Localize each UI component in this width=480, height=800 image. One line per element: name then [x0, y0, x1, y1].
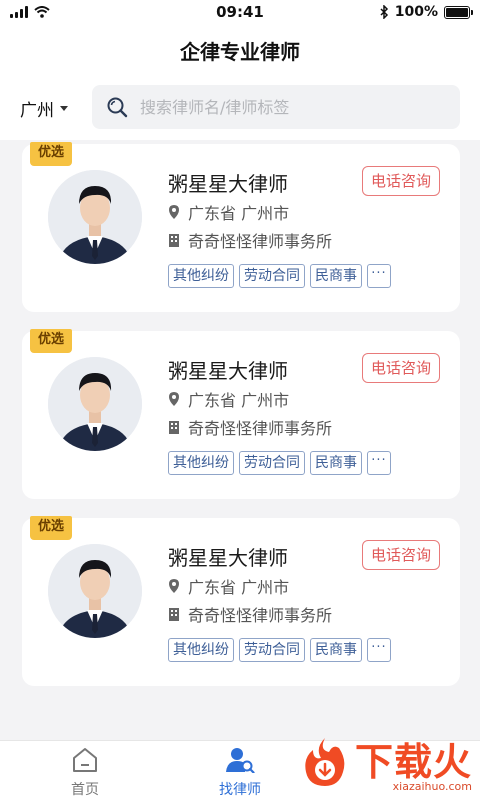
- phone-consult-button[interactable]: 电话咨询: [361, 353, 440, 383]
- chevron-down-icon: [60, 106, 68, 111]
- home-icon: [73, 748, 97, 772]
- tag: 民商事: [310, 451, 362, 475]
- search-box[interactable]: [92, 85, 460, 129]
- tag: 劳动合同: [239, 451, 305, 475]
- tab-home-label: 首页: [71, 782, 99, 798]
- location-text: 广东省 广州市: [188, 578, 290, 597]
- tag: 其他纠纷: [168, 638, 234, 662]
- location-text: 广东省 广州市: [188, 204, 290, 223]
- status-bar: 09:41 100%: [0, 0, 480, 26]
- tag-list: 其他纠纷 劳动合同 民商事 ···: [168, 264, 391, 288]
- featured-badge: 优选: [30, 142, 72, 166]
- lawyer-name: 粥星星大律师: [168, 172, 288, 196]
- find-lawyer-icon: [226, 748, 255, 774]
- bluetooth-icon: [380, 5, 388, 19]
- more-tags-button[interactable]: ···: [367, 264, 391, 288]
- featured-badge: 优选: [30, 516, 72, 540]
- city-label: 广州: [20, 101, 54, 121]
- building-icon: [169, 421, 179, 434]
- watermark-text: 下载火: [354, 740, 472, 784]
- search-input[interactable]: [140, 97, 440, 117]
- location-row: 广东省 广州市: [168, 574, 289, 598]
- city-select[interactable]: 广州: [20, 96, 68, 121]
- tag: 民商事: [310, 638, 362, 662]
- lawyer-name: 粥星星大律师: [168, 546, 288, 570]
- featured-badge: 优选: [30, 329, 72, 353]
- watermark-url: xiazaihuo.com: [392, 780, 472, 793]
- tag: 其他纠纷: [168, 451, 234, 475]
- lawyer-name: 粥星星大律师: [168, 359, 288, 383]
- phone-consult-button[interactable]: 电话咨询: [361, 166, 440, 196]
- location-pin-icon: [169, 579, 179, 593]
- location-pin-icon: [169, 205, 179, 219]
- location-row: 广东省 广州市: [168, 387, 289, 411]
- lawyer-card[interactable]: 优选 粥星星大律师 电话咨询 广东省 广州市 奇奇怪怪律师事务所 其他纠纷 劳动…: [22, 329, 460, 499]
- tab-home[interactable]: 首页: [45, 747, 125, 799]
- firm-row: 奇奇怪怪律师事务所: [168, 415, 332, 439]
- watermark: 下载火 xiazaihuo.com: [299, 736, 472, 793]
- tag: 劳动合同: [239, 638, 305, 662]
- building-icon: [169, 608, 179, 621]
- status-right: 100%: [379, 4, 473, 20]
- tag-list: 其他纠纷 劳动合同 民商事 ···: [168, 451, 391, 475]
- firm-text: 奇奇怪怪律师事务所: [188, 232, 333, 251]
- tag: 民商事: [310, 264, 362, 288]
- lawyer-card[interactable]: 优选 粥星星大律师 电话咨询 广东省 广州市 奇奇怪怪律师事务所 其他纠纷 劳动…: [22, 142, 460, 312]
- firm-row: 奇奇怪怪律师事务所: [168, 228, 332, 252]
- more-tags-button[interactable]: ···: [367, 638, 391, 662]
- tab-find-lawyer-label: 找律师: [219, 782, 261, 798]
- firm-text: 奇奇怪怪律师事务所: [188, 419, 333, 438]
- battery-level: [446, 7, 468, 17]
- tag-list: 其他纠纷 劳动合同 民商事 ···: [168, 638, 391, 662]
- tag: 劳动合同: [239, 264, 305, 288]
- building-icon: [169, 234, 179, 247]
- battery-icon: [444, 5, 473, 19]
- firm-text: 奇奇怪怪律师事务所: [188, 606, 333, 625]
- tab-find-lawyer[interactable]: 找律师: [200, 747, 280, 799]
- tag: 其他纠纷: [168, 264, 234, 288]
- header-area: 09:41 100% 企律专业律师 广州: [0, 0, 480, 140]
- page-title: 企律专业律师: [180, 40, 300, 64]
- location-row: 广东省 广州市: [168, 200, 289, 224]
- phone-consult-button[interactable]: 电话咨询: [361, 540, 440, 570]
- battery-percent: 100%: [394, 4, 438, 20]
- lawyer-card[interactable]: 优选 粥星星大律师 电话咨询 广东省 广州市 奇奇怪怪律师事务所 其他纠纷 劳动…: [22, 516, 460, 686]
- location-text: 广东省 广州市: [188, 391, 290, 410]
- avatar: [48, 544, 142, 638]
- avatar: [48, 170, 142, 264]
- search-icon: [107, 97, 128, 118]
- avatar: [48, 357, 142, 451]
- more-tags-button[interactable]: ···: [367, 451, 391, 475]
- location-pin-icon: [169, 392, 179, 406]
- firm-row: 奇奇怪怪律师事务所: [168, 602, 332, 626]
